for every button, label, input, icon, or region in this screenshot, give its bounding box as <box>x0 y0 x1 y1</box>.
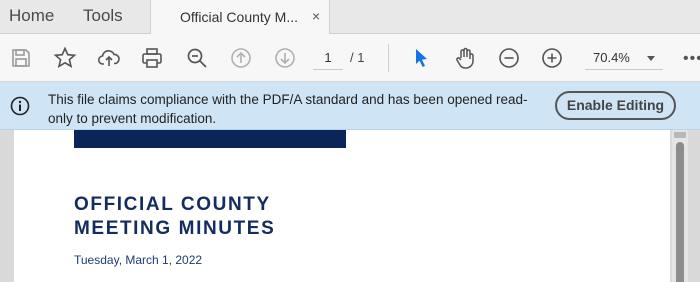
zoom-in-icon[interactable] <box>539 45 565 71</box>
toolbar-divider <box>388 44 389 72</box>
home-tab[interactable]: Home <box>9 0 54 33</box>
chevron-down-icon <box>647 56 655 61</box>
top-tab-bar: Home Tools Official County M... × <box>0 0 700 34</box>
enable-editing-button[interactable]: Enable Editing <box>555 91 676 120</box>
info-icon <box>10 96 30 116</box>
document-title: OFFICIAL COUNTY MEETING MINUTES <box>74 193 275 241</box>
document-title-line-1: OFFICIAL COUNTY <box>74 194 271 215</box>
vertical-scrollbar[interactable] <box>672 130 688 282</box>
save-icon[interactable] <box>8 45 34 71</box>
document-tab-title: Official County M... <box>180 9 299 25</box>
pdfa-info-banner: This file claims compliance with the PDF… <box>0 82 700 130</box>
pdf-viewer-window: Home Tools Official County M... × 1 / 1 … <box>0 0 700 282</box>
main-toolbar: 1 / 1 70.4% ••• <box>0 34 700 82</box>
document-tab[interactable]: Official County M... × <box>150 0 330 34</box>
zoom-out-icon[interactable] <box>496 45 522 71</box>
document-title-line-2: MEETING MINUTES <box>74 218 276 239</box>
select-cursor-icon[interactable] <box>408 45 434 71</box>
document-header-bar <box>74 130 346 148</box>
zoom-level-value: 70.4% <box>593 50 630 65</box>
scrollbar-top-cap <box>674 132 686 138</box>
zoom-level-dropdown[interactable]: 70.4% <box>585 46 663 70</box>
hand-icon[interactable] <box>452 45 478 71</box>
document-viewport[interactable]: OFFICIAL COUNTY MEETING MINUTES Tuesday,… <box>0 130 700 282</box>
document-date: Tuesday, March 1, 2022 <box>74 253 203 267</box>
page-up-icon[interactable] <box>228 45 254 71</box>
star-icon[interactable] <box>52 45 78 71</box>
cloud-upload-icon[interactable] <box>96 45 122 71</box>
page-down-icon[interactable] <box>272 45 298 71</box>
total-pages-label: / 1 <box>350 50 365 65</box>
more-icon[interactable]: ••• <box>683 51 700 67</box>
print-icon[interactable] <box>139 45 165 71</box>
current-page-input[interactable]: 1 <box>313 46 343 70</box>
pdf-page: OFFICIAL COUNTY MEETING MINUTES Tuesday,… <box>14 130 670 282</box>
search-zoom-icon[interactable] <box>184 45 210 71</box>
scrollbar-thumb[interactable] <box>676 142 684 282</box>
close-tab-icon[interactable]: × <box>312 8 320 24</box>
tools-tab[interactable]: Tools <box>83 0 123 33</box>
banner-message: This file claims compliance with the PDF… <box>48 92 528 126</box>
